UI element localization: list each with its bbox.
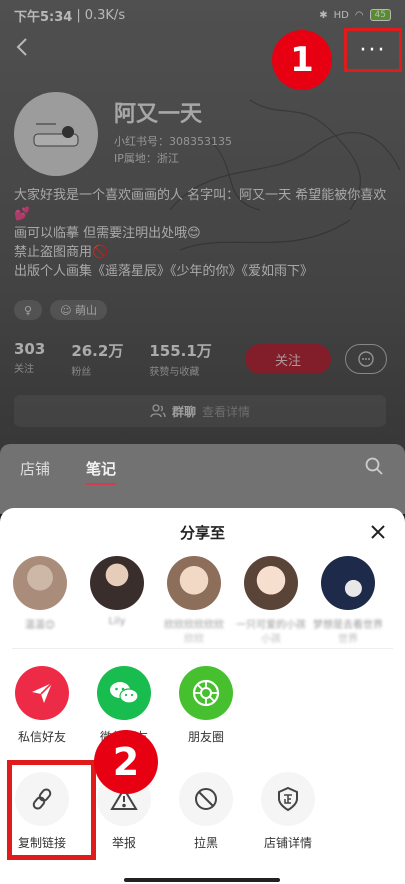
friend-avatar (321, 556, 375, 610)
friend-avatar (244, 556, 298, 610)
annotation-step-2: 2 (94, 730, 158, 794)
wechat-icon (97, 666, 151, 720)
recent-friends-row: 温温😊 Lily 欣欣欣欣欣欣 欣欣 一只可爱的小孩 小孩 梦想是去看世界 世界 (12, 556, 383, 645)
dim-overlay[interactable] (0, 0, 405, 510)
active-tab-indicator (86, 483, 116, 485)
profile-page: 下午5:34 | 0.3K/s ✱ HD ◠ 45 阿又一天 小红书号：3083… (0, 0, 405, 510)
friend-avatar (90, 556, 144, 610)
action-label: 店铺详情 (263, 836, 312, 850)
shop-certificate-icon (261, 772, 315, 826)
action-label: 举报 (111, 836, 136, 850)
friend-name: Lily (108, 616, 126, 627)
block-icon (179, 772, 233, 826)
friend-item[interactable]: 一只可爱的小孩 小孩 (236, 556, 306, 645)
friend-subtext: 欣欣 (184, 634, 204, 645)
block-button[interactable]: 拉黑 (176, 772, 236, 851)
friend-subtext: 小孩 (261, 634, 281, 645)
friend-name: 温温😊 (24, 620, 56, 631)
share-label: 朋友圈 (187, 730, 224, 744)
divider (12, 648, 393, 649)
annotation-step-1: 1 (272, 30, 332, 90)
friend-avatar (167, 556, 221, 610)
action-label: 拉黑 (193, 836, 218, 850)
home-indicator (124, 878, 280, 882)
friend-name: 梦想是去看世界 (313, 620, 383, 631)
profile-tabs: 店铺 笔记 (0, 444, 405, 514)
send-icon (15, 666, 69, 720)
friend-item[interactable]: Lily (89, 556, 145, 645)
moments-icon (179, 666, 233, 720)
share-moments[interactable]: 朋友圈 (176, 666, 236, 745)
friend-name: 欣欣欣欣欣欣 (164, 620, 224, 631)
share-sheet-title: 分享至 (179, 524, 225, 542)
friend-avatar (13, 556, 67, 610)
friend-subtext: 世界 (338, 634, 358, 645)
share-label: 私信好友 (17, 730, 66, 744)
shop-details-button[interactable]: 店铺详情 (258, 772, 318, 851)
friend-item[interactable]: 温温😊 (12, 556, 68, 645)
tab-shop[interactable]: 店铺 (20, 458, 50, 479)
tab-notes[interactable]: 笔记 (86, 458, 116, 479)
more-icon: ··· (359, 37, 387, 63)
friend-name: 一只可爱的小孩 (236, 620, 306, 631)
share-private-message[interactable]: 私信好友 (12, 666, 72, 745)
more-options-button[interactable]: ··· (344, 28, 402, 72)
search-icon[interactable] (364, 456, 384, 476)
copy-link-highlight (7, 760, 96, 860)
close-icon[interactable] (366, 520, 390, 544)
friend-item[interactable]: 梦想是去看世界 世界 (313, 556, 383, 645)
friend-item[interactable]: 欣欣欣欣欣欣 欣欣 (164, 556, 224, 645)
